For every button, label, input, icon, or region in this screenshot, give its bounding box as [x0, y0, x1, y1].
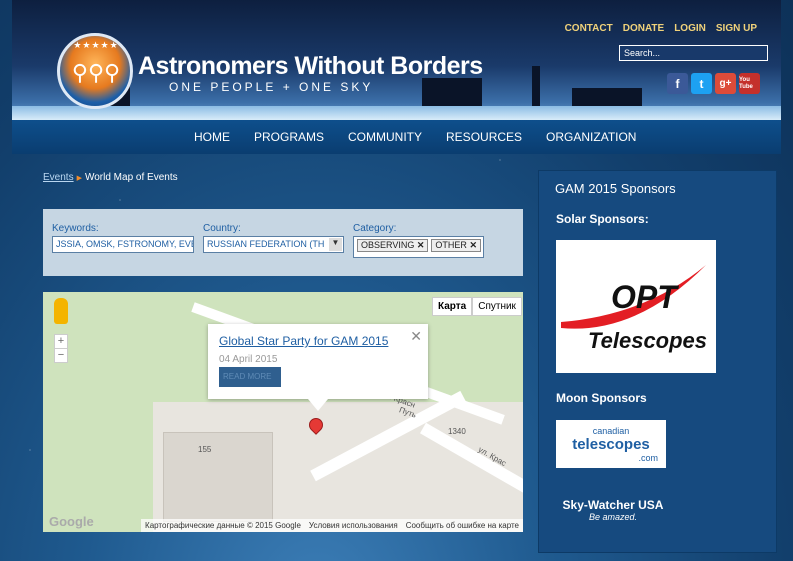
map-terms-link[interactable]: Условия использования	[309, 521, 398, 530]
logo-stars-icon: ★★★★★	[73, 40, 119, 50]
googleplus-icon[interactable]: g+	[715, 73, 736, 94]
close-icon[interactable]: ✕	[410, 328, 422, 345]
telescopes-brand-text: telescopes	[572, 436, 650, 453]
map-type-satellite-button[interactable]: Спутник	[472, 297, 522, 316]
map-copyright: Картографические данные © 2015 Google	[145, 521, 301, 530]
zoom-control: + −	[54, 334, 68, 363]
map-label-1340: 1340	[448, 427, 466, 436]
donate-link[interactable]: DONATE	[623, 23, 664, 34]
silhouette-people	[422, 78, 482, 106]
dotcom-text: .com	[638, 453, 658, 463]
chevron-down-icon: ▼	[329, 238, 342, 251]
canadian-telescopes-logo[interactable]: canadian telescopes .com	[556, 420, 666, 468]
event-date: 04 April 2015	[219, 354, 278, 365]
skywatcher-text: Sky-Watcher USA	[562, 498, 664, 512]
read-more-button[interactable]: READ MORE	[219, 367, 281, 387]
country-select[interactable]: RUSSIAN FEDERATION (TH ▼	[203, 236, 344, 253]
category-tag[interactable]: OBSERVING ✕	[357, 239, 429, 252]
pegman-icon[interactable]	[54, 298, 68, 324]
map-type-map-button[interactable]: Карта	[432, 297, 473, 316]
solar-sponsors-heading: Solar Sponsors:	[556, 212, 649, 226]
remove-tag-icon[interactable]: ✕	[469, 240, 477, 250]
silhouette-tower	[532, 66, 540, 106]
map-park-area	[43, 402, 153, 532]
remove-tag-icon[interactable]: ✕	[417, 240, 425, 250]
canadian-text: canadian	[592, 426, 630, 436]
search-input[interactable]	[619, 45, 768, 61]
signup-link[interactable]: SIGN UP	[716, 23, 757, 34]
keywords-label: Keywords:	[52, 223, 99, 234]
map-type-control: Карта Спутник	[432, 297, 522, 316]
country-label: Country:	[203, 223, 241, 234]
map-report-link[interactable]: Сообщить об ошибке на карте	[406, 521, 519, 530]
zoom-in-button[interactable]: +	[55, 335, 67, 348]
nav-programs[interactable]: PROGRAMS	[242, 130, 336, 144]
site-tagline: ONE PEOPLE + ONE SKY	[169, 80, 374, 94]
event-title-link[interactable]: Global Star Party for GAM 2015	[219, 334, 388, 348]
google-logo: Google	[49, 514, 94, 529]
site-header: ★★★★★ ⚲⚲⚲ Astronomers Without Borders ON…	[12, 0, 781, 120]
site-title[interactable]: Astronomers Without Borders	[138, 52, 483, 81]
map-label-155: 155	[198, 445, 212, 454]
youtube-icon[interactable]: You Tube	[739, 73, 760, 94]
event-filters: Keywords: JSSIA, OMSK, FSTRONOMY, EVE Co…	[43, 209, 523, 276]
map-label-put: Путь	[397, 405, 418, 420]
keywords-input[interactable]: JSSIA, OMSK, FSTRONOMY, EVE	[52, 236, 194, 253]
map-footer: Картографические данные © 2015 Google Ус…	[141, 519, 523, 532]
breadcrumb-arrow-icon: ▶	[76, 175, 82, 182]
login-link[interactable]: LOGIN	[674, 23, 706, 34]
contact-link[interactable]: CONTACT	[565, 23, 613, 34]
telescopes-text: Telescopes	[588, 328, 707, 353]
breadcrumb: Events ▶ World Map of Events	[43, 172, 178, 183]
facebook-icon[interactable]: f	[667, 73, 688, 94]
horizon	[12, 106, 781, 120]
map-road	[420, 422, 523, 494]
map-marker-icon[interactable]	[306, 415, 326, 435]
sponsors-title: GAM 2015 Sponsors	[555, 181, 676, 196]
nav-home[interactable]: HOME	[182, 130, 242, 144]
moon-sponsors-heading: Moon Sponsors	[556, 391, 647, 405]
breadcrumb-current: World Map of Events	[84, 172, 178, 183]
main-nav: HOME PROGRAMS COMMUNITY RESOURCES ORGANI…	[12, 120, 781, 154]
info-window-tail	[308, 399, 328, 411]
skywatcher-tagline: Be amazed.	[588, 512, 638, 522]
nav-resources[interactable]: RESOURCES	[434, 130, 534, 144]
nav-community[interactable]: COMMUNITY	[336, 130, 434, 144]
category-select[interactable]: OBSERVING ✕ OTHER ✕	[353, 236, 484, 258]
social-icons: f t g+ You Tube	[667, 73, 760, 94]
sponsors-sidebar: GAM 2015 Sponsors Solar Sponsors: OPT Te…	[538, 170, 777, 553]
skywatcher-logo[interactable]: Sky-Watcher USA Be amazed.	[553, 498, 673, 522]
zoom-out-button[interactable]: −	[55, 348, 67, 362]
event-info-window: Global Star Party for GAM 2015 04 April …	[208, 324, 428, 411]
top-links: CONTACT DONATE LOGIN SIGN UP	[565, 23, 757, 34]
logo-people-icon: ⚲⚲⚲	[71, 60, 121, 85]
map-building	[163, 432, 273, 522]
silhouette-skyline	[572, 88, 642, 106]
category-label: Category:	[353, 223, 397, 234]
country-select-value: RUSSIAN FEDERATION (TH	[207, 239, 325, 249]
breadcrumb-events-link[interactable]: Events	[43, 172, 74, 183]
nav-organization[interactable]: ORGANIZATION	[534, 130, 648, 144]
events-map[interactable]: 155 1340 ул. Красн ул. Крас Путь + − Кар…	[43, 292, 523, 532]
category-tag[interactable]: OTHER ✕	[431, 239, 481, 252]
opt-text: OPT	[611, 279, 679, 315]
opt-telescopes-logo[interactable]: OPT Telescopes	[556, 240, 716, 373]
twitter-icon[interactable]: t	[691, 73, 712, 94]
